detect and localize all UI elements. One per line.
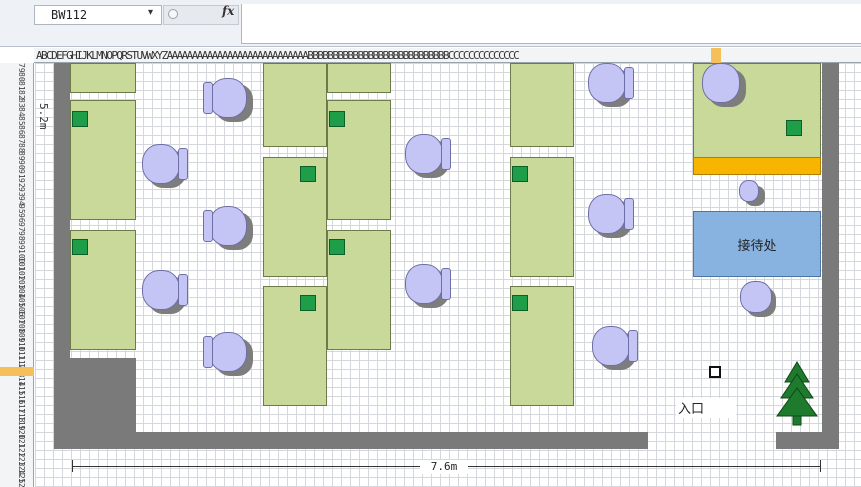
computer-icon [300, 166, 316, 182]
chair-icon [142, 270, 188, 316]
tree-icon [776, 361, 818, 426]
row-number[interactable]: 126 [17, 478, 26, 487]
computer-icon [512, 295, 528, 311]
desk [327, 63, 391, 93]
chair-icon [405, 264, 451, 310]
chair-icon [405, 134, 451, 180]
chair-icon [203, 206, 255, 252]
chair-icon [203, 332, 255, 378]
computer-icon [329, 239, 345, 255]
chair-icon [588, 194, 634, 240]
reception-desk: 接待处 [693, 211, 821, 277]
dimension-tick [72, 460, 73, 472]
formula-input[interactable] [241, 4, 861, 44]
computer-icon [512, 166, 528, 182]
chair-icon [740, 281, 776, 321]
chair-icon [588, 63, 634, 109]
right-wall [822, 63, 839, 449]
bottom-wall-right [776, 432, 839, 449]
chair-icon [592, 326, 638, 372]
selected-column-marker [711, 48, 721, 63]
dimension-tick [820, 460, 821, 472]
reception-label: 接待处 [737, 238, 777, 254]
chevron-down-icon[interactable]: ▾ [148, 7, 153, 18]
computer-icon [72, 111, 88, 127]
selected-row-marker [0, 367, 34, 376]
computer-icon [329, 111, 345, 127]
width-dimension-label: 7.6m [420, 460, 468, 474]
desk [263, 63, 327, 147]
computer-icon [300, 295, 316, 311]
desk [510, 63, 574, 147]
computer-icon [72, 239, 88, 255]
height-dimension-label: 5.2m [37, 103, 50, 130]
bottom-wall [54, 432, 648, 449]
chair-icon [739, 180, 765, 208]
computer-icon [786, 120, 802, 136]
desk [263, 157, 327, 277]
entrance-label: 入口 [676, 398, 736, 418]
row-header[interactable]: 79 80 81 82 83 84 85 86 87 88 89 90 91 92 93 94 95 96 97 98… [0, 63, 34, 487]
fx-icon[interactable]: fx [222, 4, 234, 18]
chair-icon [203, 78, 255, 124]
formula-expand-handle[interactable] [168, 9, 178, 19]
cabinet [693, 157, 821, 175]
name-box[interactable]: BW112 [34, 5, 162, 25]
cell-cursor-icon [709, 366, 721, 378]
column-header[interactable]: ABCDEFGHIJKLMNOPQRSTUVWXYZAAAAAAAAAAAAAA… [34, 48, 861, 63]
desk [70, 63, 136, 93]
chair-icon [702, 63, 748, 109]
chair-icon [142, 144, 188, 190]
desk [263, 286, 327, 406]
